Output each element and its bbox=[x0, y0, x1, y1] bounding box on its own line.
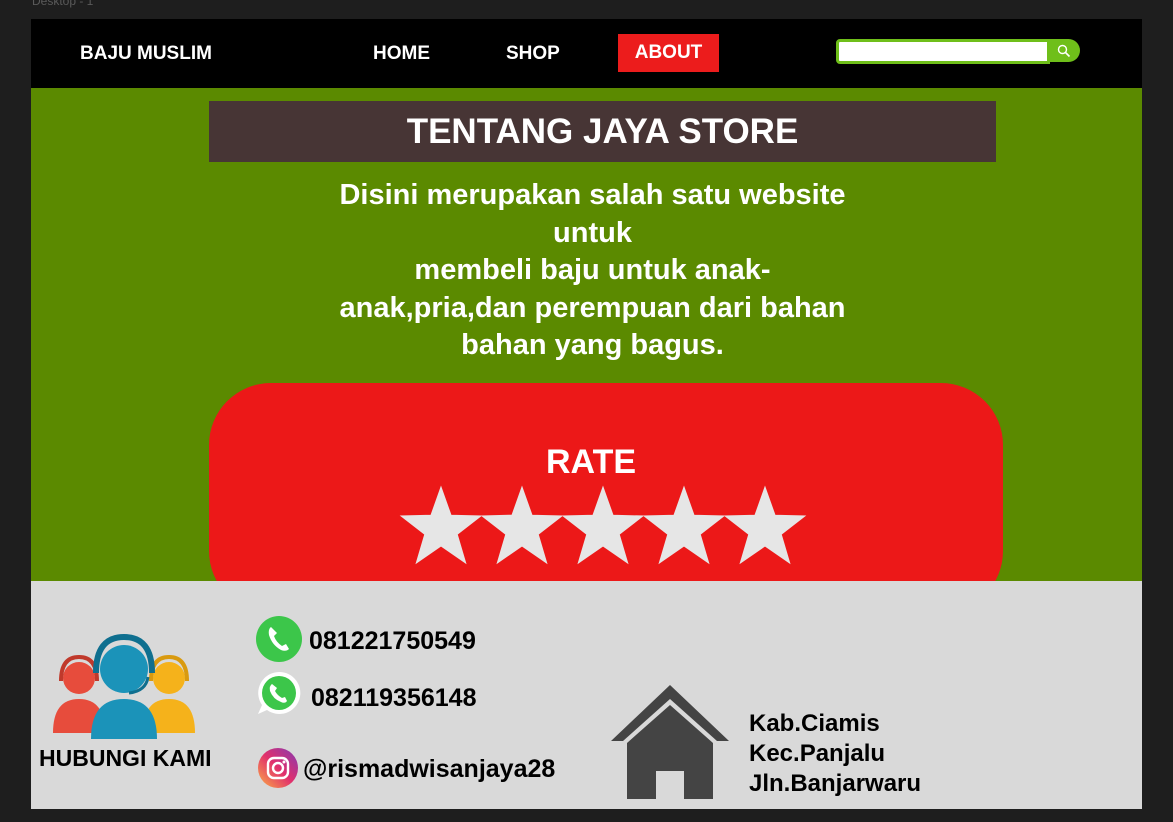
rating-stars bbox=[399, 485, 807, 565]
star-icon[interactable] bbox=[642, 485, 726, 565]
search-input[interactable] bbox=[836, 39, 1050, 64]
description-line: Disini merupakan salah satu website bbox=[339, 179, 846, 211]
home-icon bbox=[611, 685, 729, 799]
address-line: Jln.Banjarwaru bbox=[749, 770, 922, 797]
star-icon[interactable] bbox=[480, 485, 564, 565]
star-icon[interactable] bbox=[399, 485, 483, 565]
description-line: bahan yang bagus. bbox=[461, 329, 724, 361]
star-icon[interactable] bbox=[561, 485, 645, 565]
description-line: membeli baju untuk anak- bbox=[414, 254, 771, 286]
address-line: Kab.Ciamis bbox=[749, 710, 880, 737]
search-bar bbox=[836, 39, 1080, 64]
about-description: Disini merupakan salah satu website untu… bbox=[301, 177, 884, 365]
whatsapp-icon bbox=[258, 671, 301, 714]
nav-shop-link[interactable]: SHOP bbox=[506, 43, 560, 65]
whatsapp-number: 082119356148 bbox=[311, 684, 477, 712]
frame-label: Desktop - 1 bbox=[32, 0, 94, 8]
customer-support-icon bbox=[53, 633, 195, 739]
footer: HUBUNGI KAMI 081221750549 082119356148 @… bbox=[31, 581, 1142, 809]
contact-title: HUBUNGI KAMI bbox=[39, 745, 212, 771]
rating-label: RATE bbox=[545, 443, 637, 481]
brand-logo-text[interactable]: BAJU MUSLIM bbox=[80, 43, 212, 65]
page-frame: BAJU MUSLIM HOME SHOP ABOUT TENTANG JAYA… bbox=[31, 19, 1142, 809]
address-line: Kec.Panjalu bbox=[749, 740, 886, 767]
description-line: anak,pria,dan perempuan dari bahan bbox=[339, 291, 846, 324]
about-title: TENTANG JAYA STORE bbox=[406, 111, 799, 151]
rating-panel: RATE bbox=[209, 383, 1003, 613]
phone-icon bbox=[256, 616, 302, 662]
nav-home-link[interactable]: HOME bbox=[373, 43, 430, 65]
instagram-icon bbox=[258, 748, 298, 788]
nav-about-label: ABOUT bbox=[634, 42, 703, 63]
search-icon bbox=[1057, 44, 1070, 57]
top-navbar: BAJU MUSLIM HOME SHOP ABOUT bbox=[31, 19, 1142, 88]
instagram-handle: @rismadwisanjaya28 bbox=[303, 755, 556, 783]
description-line: untuk bbox=[553, 216, 632, 249]
store-address: Kab.Ciamis Kec.Panjalu Jln.Banjarwaru bbox=[749, 709, 921, 799]
about-title-bar: TENTANG JAYA STORE bbox=[209, 101, 996, 162]
star-icon[interactable] bbox=[723, 485, 807, 565]
search-button[interactable] bbox=[1047, 39, 1080, 62]
phone-number: 081221750549 bbox=[309, 627, 476, 655]
nav-about-link[interactable]: ABOUT bbox=[618, 34, 719, 72]
